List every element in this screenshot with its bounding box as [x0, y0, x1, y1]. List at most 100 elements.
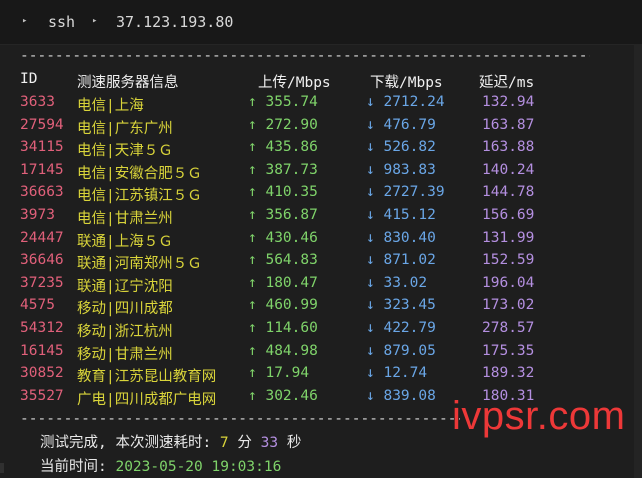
header-server: 测速服务器信息 — [77, 75, 179, 91]
row-server-name: 移动|浙江杭州 — [77, 324, 173, 340]
row-upload: ↑ 180.47 — [248, 274, 318, 291]
summary-time: 当前时间: 2023-05-20 19:03:16 — [40, 455, 281, 476]
table-row: 16145 移动|甘肃兰州 ↑ 484.98 ↓ 879.05 175.35 — [0, 343, 642, 365]
chevron-right-icon: ▸ — [22, 16, 28, 26]
row-server-name: 教育|江苏昆山教育网 — [77, 369, 217, 386]
row-server-name: 联通|河南郑州５Ｇ — [77, 256, 202, 273]
row-upload: ↑ 430.46 — [248, 229, 318, 246]
row-server-name: 电信|上海 — [77, 98, 144, 114]
row-server-name: 移动|甘肃兰州 — [77, 346, 173, 363]
row-latency: 189.32 — [482, 365, 535, 382]
row-id: 37235 — [20, 274, 64, 291]
row-download: ↓ 422.79 — [366, 320, 436, 336]
separator-line: ----------------------------------------… — [20, 48, 590, 64]
row-server-name: 电信|甘肃兰州 — [77, 211, 173, 227]
row-latency: 144.78 — [482, 184, 535, 201]
row-download: ↓ 2727.39 — [366, 184, 445, 201]
row-download: ↓ 839.08 — [366, 387, 436, 404]
row-id: 35527 — [20, 387, 64, 404]
row-download: ↓ 12.74 — [366, 365, 428, 382]
row-upload: ↑ 302.46 — [248, 387, 318, 404]
row-download: ↓ 323.45 — [366, 297, 436, 314]
table-row: 30852 教育|江苏昆山教育网 ↑ 17.94 ↓ 12.74 189.32 — [0, 365, 642, 387]
table-row: 34115 电信|天津５Ｇ ↑ 435.86 ↓ 526.82 163.88 — [0, 139, 642, 161]
row-download: ↓ 415.12 — [366, 207, 436, 223]
chevron-right-icon: ▸ — [92, 16, 98, 26]
row-latency: 173.02 — [482, 297, 535, 314]
row-latency: 156.69 — [482, 207, 535, 223]
row-id: 34115 — [20, 139, 64, 156]
header-upload: 上传/Mbps — [258, 75, 331, 91]
row-upload: ↑ 410.35 — [248, 184, 318, 201]
row-latency: 278.57 — [482, 320, 535, 336]
separator-line: ----------------------------------------… — [20, 411, 460, 427]
row-id: 54312 — [20, 320, 64, 336]
breadcrumb-ssh[interactable]: ssh — [48, 13, 75, 31]
row-id: 30852 — [20, 365, 64, 382]
row-upload: ↑ 387.73 — [248, 161, 318, 178]
row-server-name: 联通|上海５Ｇ — [77, 233, 173, 250]
row-latency: 140.24 — [482, 161, 535, 178]
row-latency: 152.59 — [482, 252, 535, 269]
row-latency: 175.35 — [482, 342, 535, 359]
row-upload: ↑ 114.60 — [248, 320, 318, 336]
row-latency: 163.87 — [482, 116, 535, 133]
time-value: 2023-05-20 19:03:16 — [115, 459, 282, 475]
row-latency: 132.94 — [482, 94, 535, 110]
row-upload: ↑ 484.98 — [248, 342, 318, 359]
row-id: 17145 — [20, 161, 64, 178]
row-id: 24447 — [20, 229, 64, 246]
row-server-name: 广电|四川成都广电网 — [77, 391, 217, 408]
table-row: 54312 移动|浙江杭州 ↑ 114.60 ↓ 422.79 278.57 — [0, 320, 642, 342]
table-row: 37235 联通|辽宁沈阳 ↑ 180.47 ↓ 33.02 196.04 — [0, 275, 642, 297]
row-id: 3633 — [20, 94, 55, 110]
summary-label: 测试完成, 本次测速耗时: — [40, 435, 220, 451]
row-download: ↓ 871.02 — [366, 252, 436, 269]
row-upload: ↑ 564.83 — [248, 252, 318, 269]
row-latency: 131.99 — [482, 229, 535, 246]
breadcrumb-host[interactable]: 37.123.193.80 — [116, 13, 233, 31]
table-header: ID 测速服务器信息 上传/Mbps 下载/Mbps 延迟/ms — [0, 71, 642, 93]
row-server-name: 电信|安徽合肥５Ｇ — [77, 165, 202, 182]
row-upload: ↑ 272.90 — [248, 116, 318, 133]
table-row: 36646 联通|河南郑州５Ｇ ↑ 564.83 ↓ 871.02 152.59 — [0, 252, 642, 274]
header-latency: 延迟/ms — [479, 75, 535, 91]
summary-seconds: 33 — [260, 435, 279, 451]
table-row: 4575 移动|四川成都 ↑ 460.99 ↓ 323.45 173.02 — [0, 297, 642, 319]
row-latency: 163.88 — [482, 139, 535, 156]
row-server-name: 电信|天津５Ｇ — [77, 143, 173, 160]
header-download: 下载/Mbps — [370, 75, 443, 91]
row-server-name: 电信|广东广州 — [77, 120, 173, 137]
summary-duration: 测试完成, 本次测速耗时: 7 分 33 秒 — [40, 431, 301, 452]
row-id: 27594 — [20, 116, 64, 133]
row-upload: ↑ 435.86 — [248, 139, 318, 156]
watermark-logo: ivpsr.com — [452, 394, 626, 438]
row-server-name: 移动|四川成都 — [77, 301, 173, 318]
row-latency: 196.04 — [482, 274, 535, 291]
row-download: ↓ 879.05 — [366, 342, 436, 359]
table-row: 3633 电信|上海 ↑ 355.74 ↓ 2712.24 132.94 — [0, 94, 642, 116]
row-upload: ↑ 355.74 — [248, 94, 318, 110]
row-upload: ↑ 460.99 — [248, 297, 318, 314]
row-id: 16145 — [20, 342, 64, 359]
summary-minute-unit: 分 — [228, 435, 261, 451]
time-label: 当前时间: — [40, 459, 116, 475]
table-row: 24447 联通|上海５Ｇ ↑ 430.46 ↓ 830.40 131.99 — [0, 230, 642, 252]
header-id: ID — [20, 71, 38, 87]
row-download: ↓ 33.02 — [366, 274, 428, 291]
row-download: ↓ 983.83 — [366, 161, 436, 178]
row-id: 36646 — [20, 252, 64, 269]
table-row: 17145 电信|安徽合肥５Ｇ ↑ 387.73 ↓ 983.83 140.24 — [0, 162, 642, 184]
breadcrumb: ▸ ssh ▸ 37.123.193.80 — [0, 0, 642, 45]
table-row: 36663 电信|江苏镇江５Ｇ ↑ 410.35 ↓ 2727.39 144.78 — [0, 184, 642, 206]
summary-minutes: 7 — [219, 435, 229, 451]
row-upload: ↑ 17.94 — [248, 365, 310, 382]
row-server-name: 联通|辽宁沈阳 — [77, 278, 173, 295]
cursor-marker — [0, 463, 4, 473]
row-id: 36663 — [20, 184, 64, 201]
summary-second-unit: 秒 — [278, 435, 302, 451]
row-download: ↓ 2712.24 — [366, 94, 445, 110]
row-id: 3973 — [20, 207, 55, 223]
table-row: 3973 电信|甘肃兰州 ↑ 356.87 ↓ 415.12 156.69 — [0, 207, 642, 229]
row-upload: ↑ 356.87 — [248, 207, 318, 223]
